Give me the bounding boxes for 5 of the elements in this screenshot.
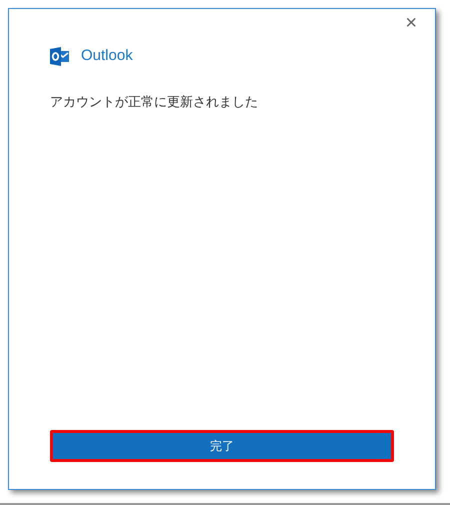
envelope-logo-icon: [50, 46, 69, 66]
close-button[interactable]: ×: [401, 13, 421, 33]
finish-button[interactable]: 完了: [50, 430, 394, 462]
app-name: Outlook: [81, 46, 133, 66]
status-message: アカウントが正常に更新されました: [50, 94, 258, 112]
